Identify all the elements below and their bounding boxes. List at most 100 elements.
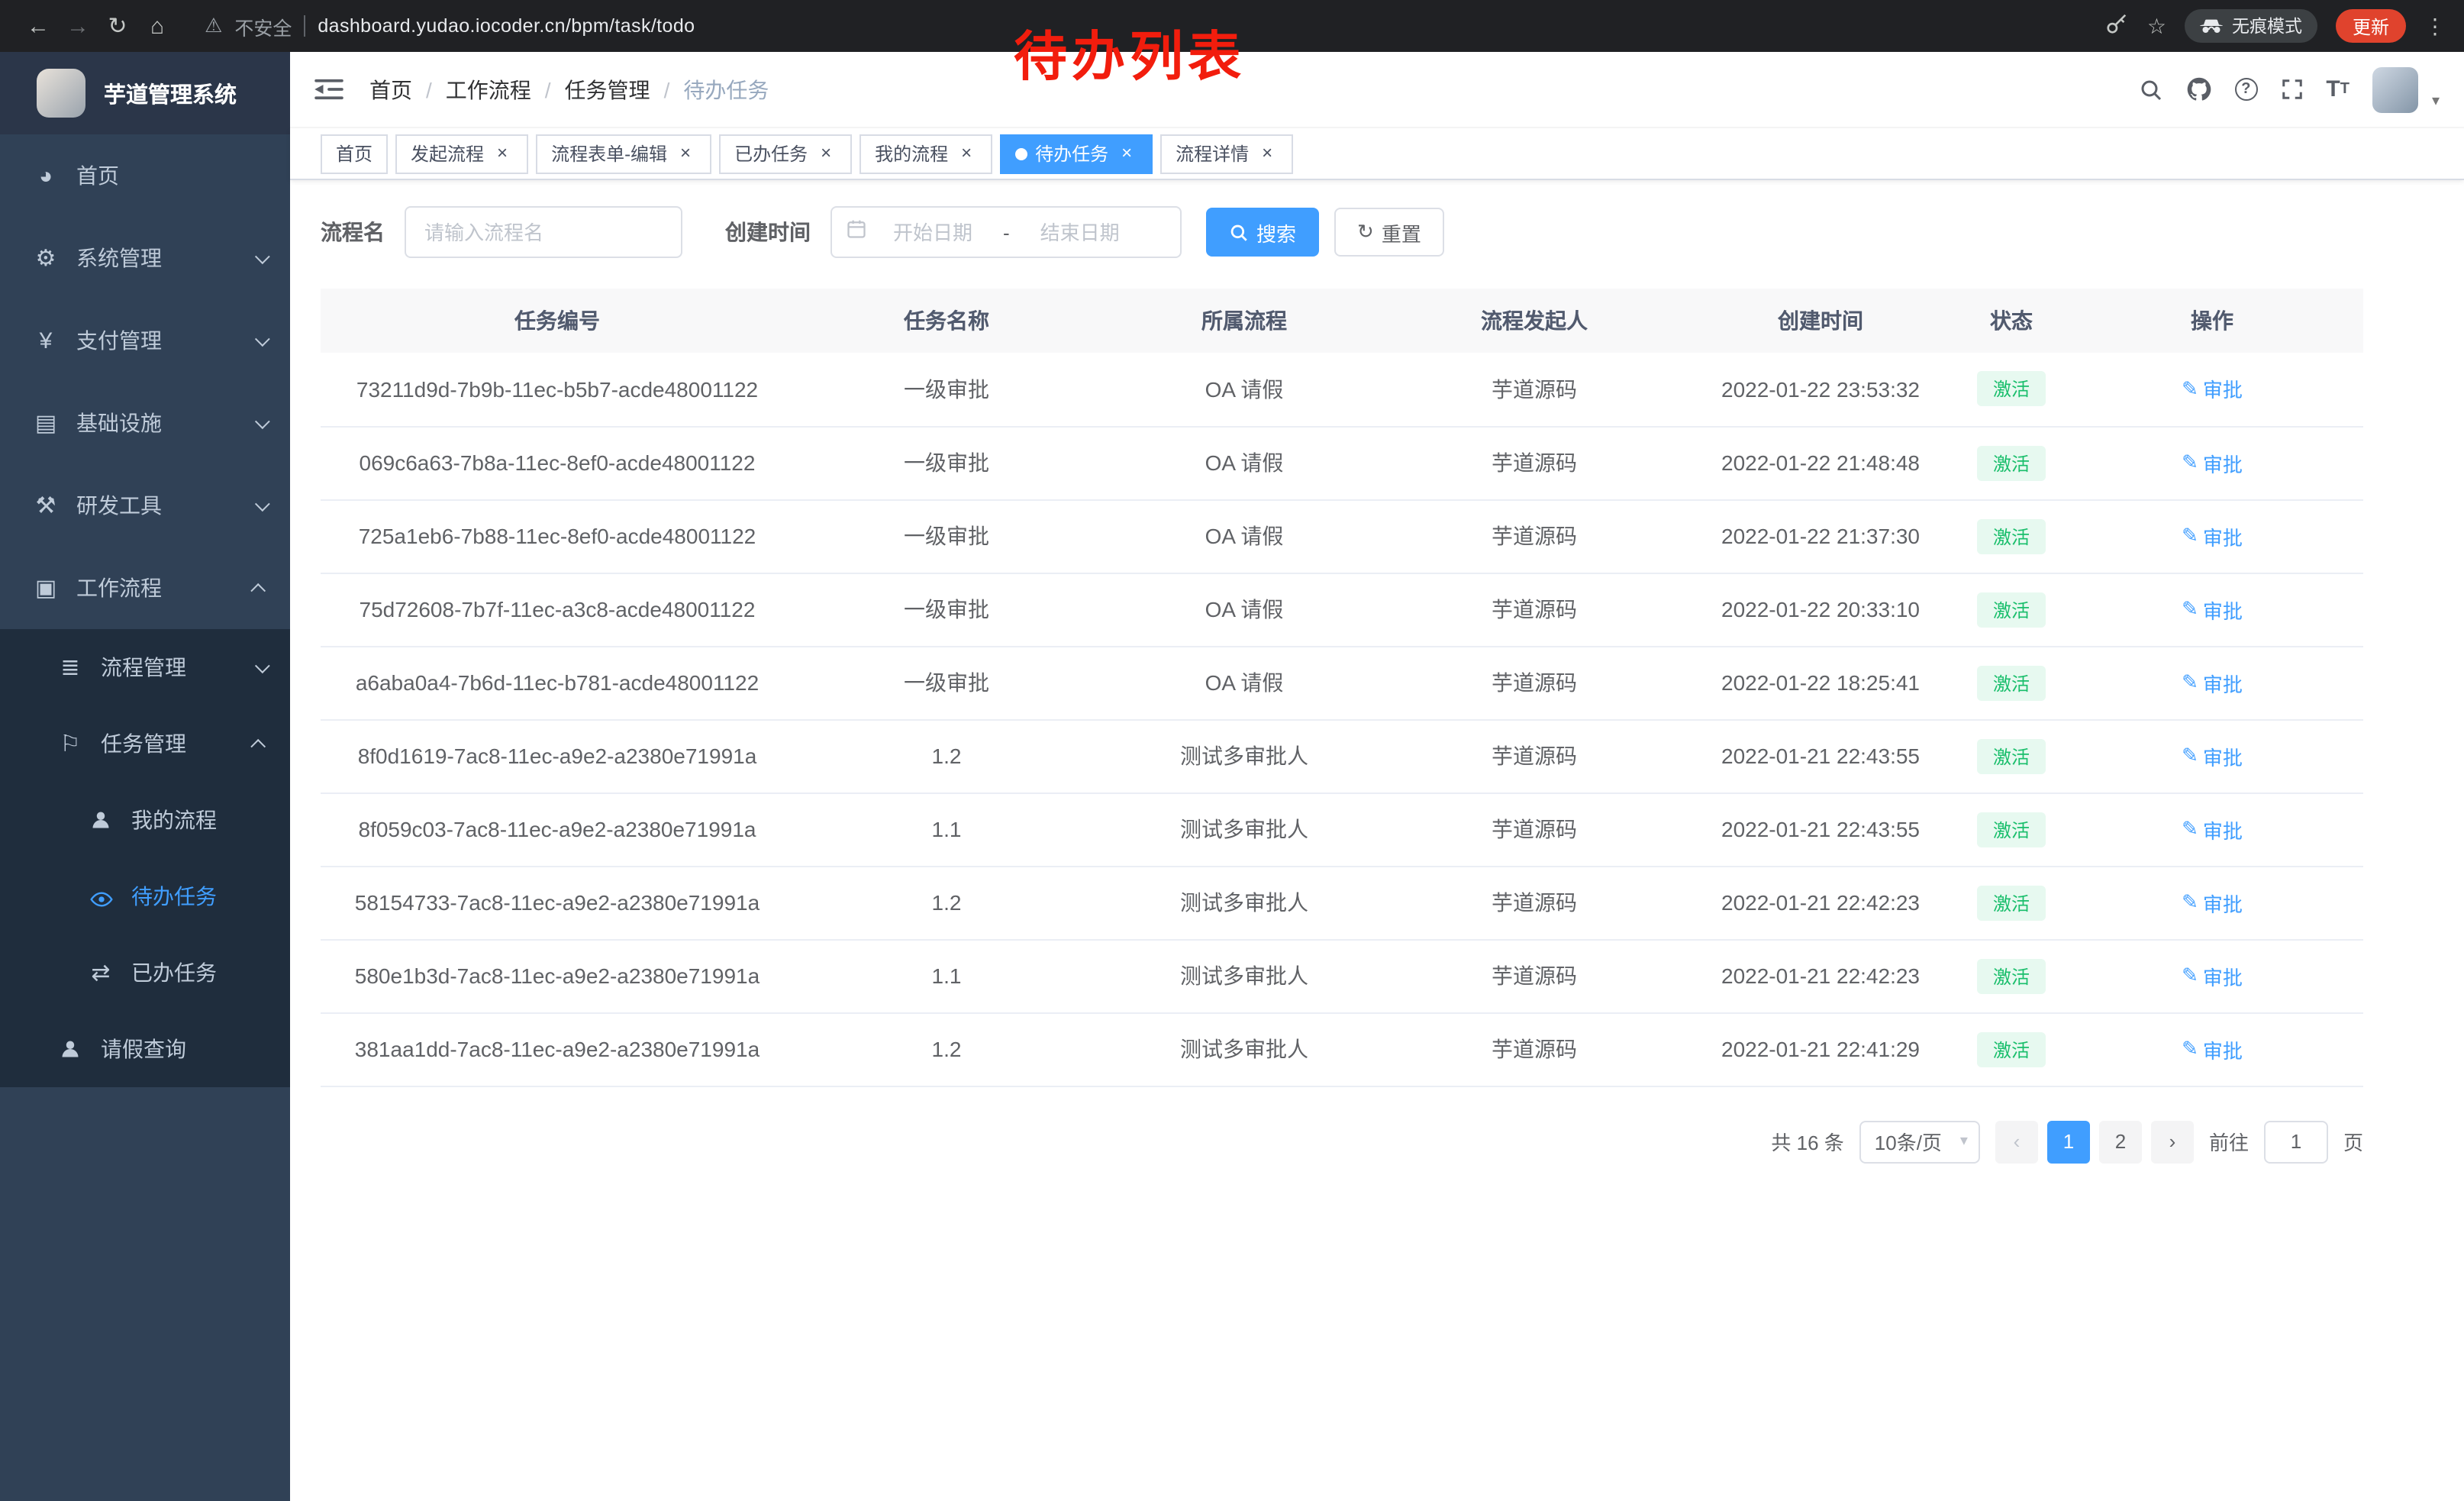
pencil-icon: ✎ [2182, 964, 2198, 988]
sidebar-item-payment[interactable]: ¥ 支付管理 [0, 299, 290, 382]
user-avatar[interactable] [2372, 66, 2418, 112]
process-name-input[interactable] [405, 206, 682, 258]
sidebar-item-devtools[interactable]: ⚒ 研发工具 [0, 464, 290, 547]
sidebar-item-done-tasks[interactable]: ⇄ 已办任务 [0, 934, 290, 1011]
close-icon[interactable]: × [675, 143, 696, 164]
close-icon[interactable]: × [1256, 143, 1278, 164]
sidebar-item-my-processes[interactable]: 我的流程 [0, 782, 290, 858]
date-range-separator: - [998, 221, 1014, 244]
close-icon[interactable]: × [815, 143, 837, 164]
sidebar-item-workflow[interactable]: ▣ 工作流程 [0, 547, 290, 629]
page-content: 流程名 创建时间 - 搜索 [290, 180, 2464, 1501]
next-page-button[interactable]: › [2151, 1120, 2194, 1163]
search-icon [1229, 222, 1249, 242]
table-header-row: 任务编号 任务名称 所属流程 流程发起人 创建时间 状态 操作 [321, 289, 2363, 353]
start-date-input[interactable] [870, 221, 995, 244]
forward-icon[interactable]: → [58, 13, 98, 39]
yen-icon: ¥ [31, 328, 61, 353]
tab-done-tasks[interactable]: 已办任务 × [719, 134, 852, 173]
close-icon[interactable]: × [956, 143, 977, 164]
sidebar-item-home[interactable]: ◕ 首页 [0, 134, 290, 217]
address-bar[interactable]: ⚠ 不安全 dashboard.yudao.iocoder.cn/bpm/tas… [205, 11, 2079, 40]
approve-button[interactable]: ✎审批 [2182, 888, 2243, 917]
task-create-time: 2022-01-22 20:33:10 [1679, 573, 1962, 646]
chevron-down-icon [255, 413, 270, 428]
browser-chrome: ← → ↻ ⌂ ⚠ 不安全 dashboard.yudao.iocoder.cn… [0, 0, 2464, 52]
sidebar-item-label: 请假查询 [101, 1034, 186, 1064]
pencil-icon: ✎ [2182, 890, 2198, 915]
password-key-icon[interactable] [2106, 12, 2129, 40]
close-icon[interactable]: × [1116, 143, 1137, 164]
task-id: 725a1eb6-7b88-11ec-8ef0-acde48001122 [321, 499, 794, 573]
page-size-select[interactable]: 10条/页 ▾ [1859, 1120, 1980, 1163]
font-size-icon[interactable]: TT [2326, 76, 2350, 102]
end-date-input[interactable] [1018, 221, 1143, 244]
approve-button[interactable]: ✎审批 [2182, 595, 2243, 624]
status-badge: 激活 [1978, 592, 2045, 627]
tab-form-edit[interactable]: 流程表单-编辑 × [536, 134, 711, 173]
task-name: 一级审批 [794, 646, 1099, 719]
chevron-down-icon [255, 657, 270, 673]
task-name: 1.2 [794, 719, 1099, 792]
approve-button[interactable]: ✎审批 [2182, 741, 2243, 770]
reload-icon[interactable]: ↻ [98, 12, 137, 40]
page-number-2[interactable]: 2 [2099, 1120, 2142, 1163]
table-row: 725a1eb6-7b88-11ec-8ef0-acde48001122 一级审… [321, 499, 2363, 573]
tab-home[interactable]: 首页 [321, 134, 388, 173]
approve-button[interactable]: ✎审批 [2182, 1035, 2243, 1064]
goto-page-input[interactable] [2264, 1120, 2328, 1163]
github-icon[interactable] [2185, 76, 2211, 102]
date-range-picker[interactable]: - [830, 206, 1182, 258]
task-create-time: 2022-01-21 22:43:55 [1679, 792, 1962, 866]
page-number-1[interactable]: 1 [2047, 1120, 2090, 1163]
user-icon [55, 1036, 85, 1062]
status-badge: 激活 [1978, 445, 2045, 480]
approve-button[interactable]: ✎审批 [2182, 448, 2243, 477]
approve-button[interactable]: ✎审批 [2182, 961, 2243, 990]
hamburger-icon[interactable] [314, 78, 348, 101]
help-icon[interactable]: ? [2234, 78, 2257, 101]
search-icon[interactable] [2138, 77, 2162, 102]
task-name: 1.1 [794, 939, 1099, 1012]
tab-start-process[interactable]: 发起流程 × [395, 134, 528, 173]
close-icon[interactable]: × [492, 143, 513, 164]
home-icon[interactable]: ⌂ [137, 13, 177, 39]
sidebar-item-label: 流程管理 [101, 652, 186, 683]
sidebar-item-system[interactable]: ⚙ 系统管理 [0, 217, 290, 299]
task-name: 一级审批 [794, 426, 1099, 499]
browser-menu-icon[interactable]: ⋮ [2424, 13, 2446, 39]
breadcrumb-workflow[interactable]: 工作流程 [446, 74, 531, 105]
bookmark-star-icon[interactable]: ☆ [2147, 13, 2166, 39]
address-divider [304, 15, 305, 37]
calendar-icon [846, 218, 867, 247]
application-window: ← → ↻ ⌂ ⚠ 不安全 dashboard.yudao.iocoder.cn… [0, 0, 2464, 1501]
breadcrumb-task-management[interactable]: 任务管理 [565, 74, 650, 105]
sidebar-item-task-management[interactable]: ⚐ 任务管理 [0, 705, 290, 782]
tab-todo-tasks[interactable]: 待办任务 × [1000, 134, 1153, 173]
approve-button[interactable]: ✎审批 [2182, 668, 2243, 697]
sidebar-item-todo-tasks[interactable]: 待办任务 [0, 858, 290, 934]
fullscreen-icon[interactable] [2280, 78, 2303, 101]
chevron-down-icon [255, 495, 270, 511]
table-row: 73211d9d-7b9b-11ec-b5b7-acde48001122 一级审… [321, 353, 2363, 426]
search-button[interactable]: 搜索 [1206, 208, 1319, 257]
sidebar-item-process-management[interactable]: ≣ 流程管理 [0, 629, 290, 705]
update-button[interactable]: 更新 [2336, 9, 2406, 43]
tab-process-detail[interactable]: 流程详情 × [1160, 134, 1293, 173]
prev-page-button[interactable]: ‹ [1995, 1120, 2038, 1163]
sidebar-item-label: 待办任务 [131, 881, 217, 912]
approve-button[interactable]: ✎审批 [2182, 521, 2243, 550]
sidebar-item-leave-query[interactable]: 请假查询 [0, 1011, 290, 1087]
tab-my-processes[interactable]: 我的流程 × [859, 134, 992, 173]
chrome-toolbar: ☆ 无痕模式 更新 ⋮ [2106, 9, 2446, 43]
approve-button[interactable]: ✎审批 [2182, 375, 2243, 404]
app-logo-row[interactable]: 芋道管理系统 [0, 52, 290, 134]
back-icon[interactable]: ← [18, 13, 58, 39]
reset-button[interactable]: ↻ 重置 [1334, 208, 1444, 257]
sidebar-item-infrastructure[interactable]: ▤ 基础设施 [0, 382, 290, 464]
sidebar-item-label: 任务管理 [101, 728, 186, 759]
breadcrumb-home[interactable]: 首页 [369, 74, 412, 105]
col-status: 状态 [1962, 289, 2061, 353]
approve-button[interactable]: ✎审批 [2182, 815, 2243, 844]
gear-icon: ⚙ [31, 244, 61, 272]
